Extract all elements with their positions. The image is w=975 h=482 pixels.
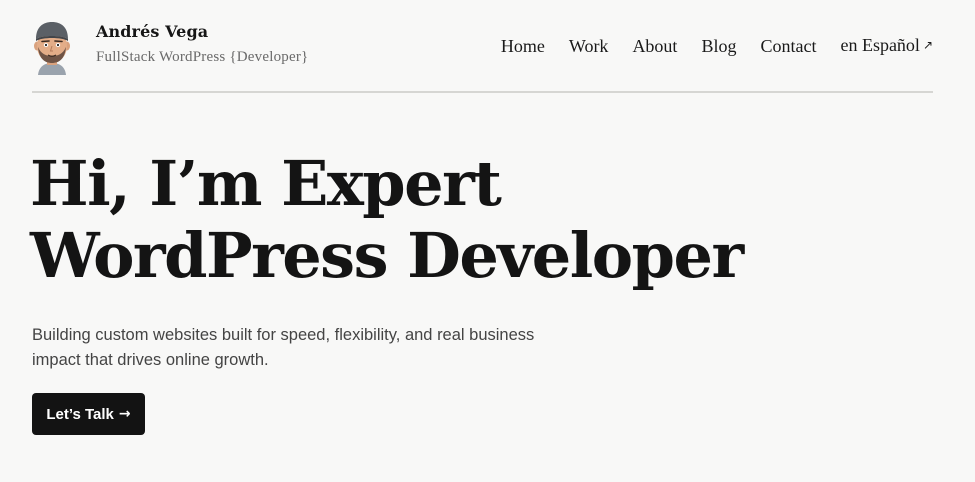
hero-title-line-2: WordPress Developer bbox=[30, 219, 744, 292]
hero-subtitle: Building custom websites built for speed… bbox=[32, 326, 535, 369]
nav-home[interactable]: Home bbox=[501, 34, 545, 58]
nav-contact[interactable]: Contact bbox=[760, 34, 816, 58]
hero-title-line-1: Hi, I’m Expert bbox=[30, 147, 502, 220]
nav-work[interactable]: Work bbox=[569, 34, 609, 58]
nav-blog[interactable]: Blog bbox=[701, 34, 736, 58]
nav-language-switch[interactable]: en Español ↗ bbox=[840, 33, 933, 59]
site-owner-name[interactable]: Andrés Vega bbox=[96, 21, 308, 43]
nav-about[interactable]: About bbox=[632, 34, 677, 58]
arrow-right-icon: → bbox=[118, 406, 131, 422]
cta-label: Let’s Talk bbox=[46, 405, 114, 423]
main-nav: Home Work About Blog Contact en Español ↗ bbox=[501, 33, 933, 59]
brand-text: Andrés Vega FullStack WordPress {Develop… bbox=[96, 19, 308, 67]
page: Andrés Vega FullStack WordPress {Develop… bbox=[0, 0, 975, 482]
hero-title: Hi, I’m Expert WordPress Developer bbox=[30, 148, 790, 292]
brand[interactable]: Andrés Vega FullStack WordPress {Develop… bbox=[32, 19, 308, 75]
site-header: Andrés Vega FullStack WordPress {Develop… bbox=[32, 0, 933, 93]
avatar-icon[interactable] bbox=[32, 19, 72, 75]
lets-talk-button[interactable]: Let’s Talk → bbox=[32, 393, 145, 435]
nav-language-label: en Español bbox=[840, 35, 920, 55]
external-link-icon: ↗ bbox=[922, 38, 933, 52]
site-tagline: FullStack WordPress {Developer} bbox=[96, 49, 309, 65]
